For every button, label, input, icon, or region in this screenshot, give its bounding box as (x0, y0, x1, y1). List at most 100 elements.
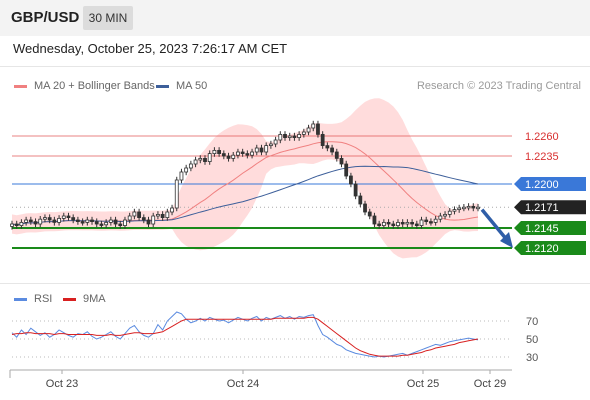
candle-body (24, 219, 29, 223)
candle-body (358, 195, 363, 205)
candle-body (339, 157, 344, 165)
rsi-tick-label: 30 (526, 352, 538, 364)
candle-body (334, 151, 339, 159)
candle-body (38, 218, 43, 225)
candle-body (429, 221, 433, 224)
x-tick-label: Oct 24 (227, 378, 259, 390)
candle-body (146, 219, 151, 225)
level-label-1.2171: 1.2171 (525, 202, 559, 214)
candle-body (33, 221, 38, 225)
candle-body (127, 215, 132, 221)
level-label-1.2145: 1.2145 (525, 223, 559, 235)
candle-body (447, 210, 452, 215)
candle-body (391, 223, 396, 226)
candle-body (377, 223, 382, 226)
candle-body (198, 157, 203, 161)
candle-body (221, 153, 226, 157)
candle-body (80, 221, 85, 224)
candle-body (207, 153, 212, 163)
candle-body (297, 133, 302, 138)
candle-body (372, 215, 377, 225)
forecast-arrow-shaft (480, 208, 509, 242)
candle-body (254, 147, 259, 153)
candle-body (240, 151, 245, 154)
candle-body (165, 211, 170, 218)
candle-body (287, 135, 292, 138)
candle-body (75, 219, 80, 222)
rsi-ma-line (11, 316, 479, 357)
candle-body (320, 133, 325, 146)
candle-body (61, 215, 66, 219)
candle-body (283, 133, 287, 138)
x-tick-label: Oct 29 (474, 378, 506, 390)
candle-body (278, 133, 283, 141)
candle-body (245, 153, 250, 156)
rsi-tick-label: 70 (526, 316, 538, 328)
candle-body (367, 211, 372, 217)
candle-body (151, 215, 156, 225)
candle-body (43, 217, 47, 220)
candle-body (193, 159, 198, 165)
candle-body (330, 147, 334, 153)
candle-body (57, 217, 61, 223)
candle-body (396, 221, 400, 226)
candle-body (344, 163, 349, 177)
candle-body (174, 179, 179, 209)
candle-body (466, 205, 471, 209)
candle-body (471, 205, 476, 209)
level-label-1.2260: 1.2260 (525, 131, 559, 143)
candle-body (457, 207, 462, 210)
bollinger-band (12, 98, 478, 259)
candle-body (363, 203, 367, 213)
candle-body (381, 221, 386, 226)
candle-body (443, 213, 447, 217)
candle-body (424, 219, 429, 222)
candle-body (19, 221, 24, 226)
candle-body (311, 123, 316, 129)
candle-body (292, 135, 297, 138)
candle-body (268, 143, 273, 146)
candle-body (90, 219, 94, 222)
level-label-1.2120: 1.2120 (525, 243, 559, 255)
candle-body (264, 145, 269, 153)
candle-body (118, 223, 123, 226)
candle-body (99, 223, 104, 226)
candle-body (47, 217, 52, 221)
price-chart[interactable]: 1.2260 1.2235 1.2200 1.2171 1.2145 1.2120 70 50… (0, 0, 590, 400)
candle-body (212, 149, 217, 154)
candle-body (419, 219, 424, 226)
candle-body (184, 167, 189, 173)
candle-body (108, 219, 113, 223)
candle-body (71, 217, 76, 221)
candle-body (316, 123, 320, 135)
candle-body (236, 151, 240, 156)
candle-body (132, 211, 137, 217)
rsi-tick-label: 50 (526, 334, 538, 346)
candle-body (325, 145, 330, 149)
candle-body (386, 221, 391, 225)
candle-body (104, 221, 109, 226)
candle-body (137, 211, 141, 218)
candle-body (438, 215, 443, 220)
candle-body (231, 154, 236, 159)
candle-body (94, 221, 99, 225)
candle-body (141, 217, 146, 221)
candle-body (156, 213, 160, 217)
candle-body (188, 163, 193, 169)
candle-body (452, 209, 457, 212)
candle-body (85, 219, 90, 223)
candle-body (28, 219, 33, 222)
candle-body (273, 139, 278, 145)
candle-body (306, 127, 311, 133)
candle-body (414, 223, 419, 226)
x-tick-label: Oct 25 (407, 378, 439, 390)
candle-body (301, 131, 306, 135)
candle-body (250, 151, 254, 156)
level-label-1.2235: 1.2235 (525, 151, 559, 163)
level-label-1.2200: 1.2200 (525, 179, 559, 191)
candle-body (476, 206, 480, 210)
candle-body (10, 223, 14, 227)
candle-body (353, 183, 358, 197)
candle-body (410, 221, 415, 225)
candle-body (170, 207, 174, 213)
